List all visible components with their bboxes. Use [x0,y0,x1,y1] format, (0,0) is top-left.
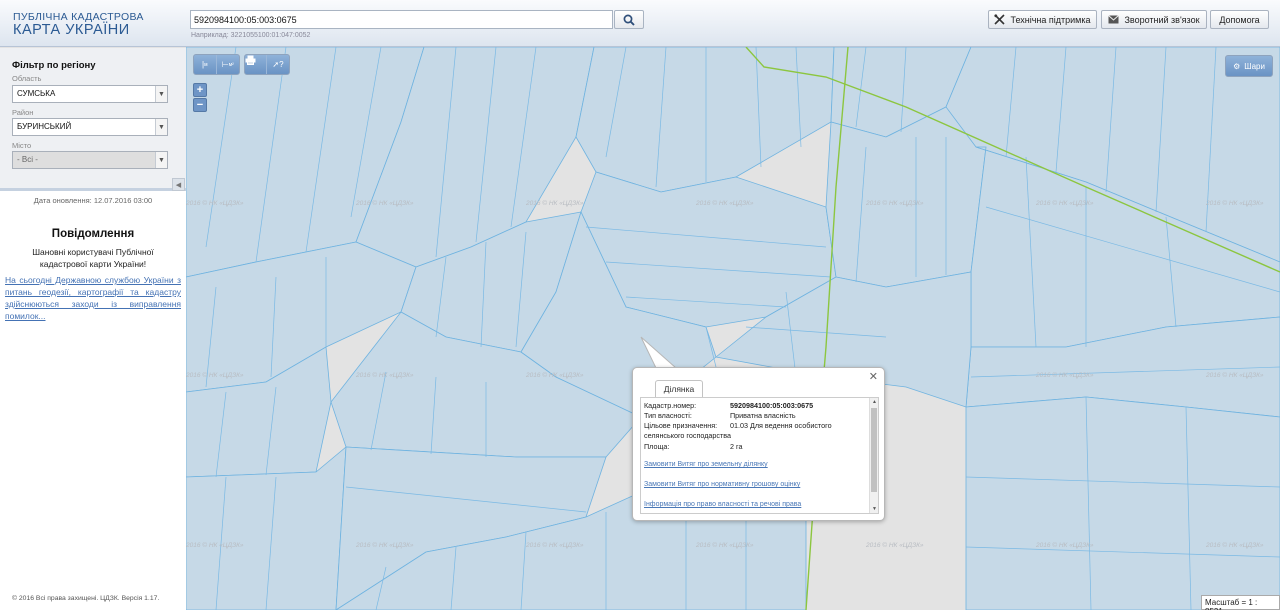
copyright: © 2016 Всі права захищені. ЦДЗК. Версія … [12,595,160,602]
tools-icon [994,14,1006,25]
info-row: Кадастр.номер: 5920984100:05:003:0675 [644,401,864,411]
info-row: Тип власності: Приватна власність [644,411,864,421]
zoom-in-button[interactable]: + [193,83,207,97]
help-label: Допомога [1219,14,1260,25]
region-label: Область [12,74,42,83]
feedback-label: Зворотний зв'язок [1124,14,1200,25]
watermark-text: 2016 © НК «ЦДЗК» [1035,541,1094,549]
watermark-text: 2016 © НК «ЦДЗК» [1205,371,1264,379]
city-select-value: - Всі - [17,155,38,164]
info-value: 01.03 Для ведення особистого селянського… [644,421,832,440]
region-select-value: СУМСЬКА [17,89,56,98]
search-icon [623,14,635,26]
search-hint: Наприклад: 3221055100:01:047:0052 [191,32,311,39]
info-key: Площа: [644,442,670,451]
district-select[interactable]: БУРИНСЬКИЙ ▼ [12,118,168,136]
close-icon[interactable]: ✕ [869,370,878,383]
chevron-down-icon: ▼ [155,86,167,102]
watermark-text: 2016 © НК «ЦДЗК» [355,199,414,207]
scroll-down-icon[interactable]: ▼ [870,506,878,512]
update-date: Дата оновлення: 12.07.2016 03:00 [33,196,153,205]
scroll-up-icon[interactable]: ▲ [870,399,878,405]
info-row: Площа: 2 га [644,442,864,452]
parcel [965,396,1280,610]
chevron-left-icon: ◀ [175,181,182,189]
help-button[interactable]: Допомога [1210,10,1269,29]
info-value: Приватна власність [730,411,796,420]
region-filter-panel: Фільтр по регіону Область СУМСЬКА ▼ Райо… [0,48,186,191]
watermark-text: 2016 © НК «ЦДЗК» [186,541,244,549]
watermark-text: 2016 © НК «ЦДЗК» [865,199,924,207]
chevron-down-icon: ▼ [155,119,167,135]
watermark-text: 2016 © НК «ЦДЗК» [525,541,584,549]
cadastral-parcels[interactable]: 2016 © НК «ЦДЗК» 2016 © НК «ЦДЗК» 2016 ©… [186,47,1280,610]
map-view[interactable]: 2016 © НК «ЦДЗК» 2016 © НК «ЦДЗК» 2016 ©… [186,47,1280,610]
watermark-text: 2016 © НК «ЦДЗК» [1205,541,1264,549]
watermark-text: 2016 © НК «ЦДЗК» [1035,199,1094,207]
notice-link[interactable]: На сьогодні Державною службою України з … [5,274,181,322]
district-select-value: БУРИНСЬКИЙ [17,122,72,131]
ownership-info-link[interactable]: Інформація про право власності та речові… [644,501,801,508]
tech-support-label: Технічна підтримка [1010,14,1091,25]
search-input[interactable] [190,10,613,29]
measure-toolbar: | м ⊢ м² [193,54,240,75]
sidebar: Фільтр по регіону Область СУМСЬКА ▼ Райо… [0,48,186,610]
info-key: Кадастр.номер: [644,401,697,410]
gear-icon: ⚙ [1233,61,1241,71]
info-key: Тип власності: [644,411,692,420]
info-row: Цільове призначення: 01.03 Для ведення о… [644,421,864,442]
popup-scrollbar[interactable]: ▲ ▼ [869,398,878,513]
print-toolbar: ➚? [244,54,290,75]
identify-icon[interactable]: ➚? [267,55,289,74]
tab-parcel[interactable]: Ділянка [655,380,703,397]
feedback-button[interactable]: Зворотний зв'язок [1101,10,1207,29]
scrollbar-thumb[interactable] [871,408,877,492]
chevron-down-icon: ▼ [155,152,167,168]
scale-display: Масштаб = 1 : 8531 [1201,595,1280,610]
watermark-text: 2016 © НК «ЦДЗК» [186,199,244,207]
print-icon[interactable] [245,55,268,74]
collapse-sidebar-button[interactable]: ◀ [172,178,185,191]
tech-support-button[interactable]: Технічна підтримка [988,10,1097,29]
info-value: 2 га [730,442,743,451]
watermark-text: 2016 © НК «ЦДЗК» [355,371,414,379]
info-value: 5920984100:05:003:0675 [730,401,814,410]
watermark-text: 2016 © НК «ЦДЗК» [695,199,754,207]
watermark-text: 2016 © НК «ЦДЗК» [186,371,244,379]
watermark-text: 2016 © НК «ЦДЗК» [355,541,414,549]
search-button[interactable] [614,10,644,29]
notice-title: Повідомлення [51,228,135,240]
measure-area-icon[interactable]: ⊢ м² [217,55,239,74]
layers-label: Шари [1244,61,1265,71]
region-select[interactable]: СУМСЬКА ▼ [12,85,168,103]
zoom-out-button[interactable]: − [193,98,207,112]
site-logo[interactable]: ПУБЛІЧНА КАДАСТРОВА КАРТА УКРАЇНИ [13,11,144,37]
popup-content: Кадастр.номер: 5920984100:05:003:0675 Ти… [640,397,879,514]
city-label: Місто [12,141,32,150]
watermark-text: 2016 © НК «ЦДЗК» [865,541,924,549]
measure-line-icon[interactable]: | м [194,55,217,74]
logo-line-2: КАРТА УКРАЇНИ [13,22,130,38]
watermark-text: 2016 © НК «ЦДЗК» [525,199,584,207]
layers-button[interactable]: ⚙ Шари [1225,55,1273,77]
watermark-text: 2016 © НК «ЦДЗК» [525,371,584,379]
order-parcel-extract-link[interactable]: Замовити Витяг про земельну ділянку [644,461,768,468]
filter-title: Фільтр по регіону [12,60,96,71]
envelope-icon [1108,15,1120,24]
watermark-text: 2016 © НК «ЦДЗК» [1205,199,1264,207]
parcel-info-popup: ✕ Ділянка Кадастр.номер: 5920984100:05:0… [632,367,885,521]
watermark-text: 2016 © НК «ЦДЗК» [695,541,754,549]
city-select[interactable]: - Всі - ▼ [12,151,168,169]
district-label: Район [12,108,34,117]
watermark-text: 2016 © НК «ЦДЗК» [1035,371,1094,379]
notice-body: Шановні користувачі Публічної кадастрово… [32,247,154,269]
header: ПУБЛІЧНА КАДАСТРОВА КАРТА УКРАЇНИ Наприк… [0,0,1280,47]
parcel [825,106,987,288]
parcel [575,47,835,193]
order-valuation-extract-link[interactable]: Замовити Витяг про нормативну грошову оц… [644,481,800,488]
